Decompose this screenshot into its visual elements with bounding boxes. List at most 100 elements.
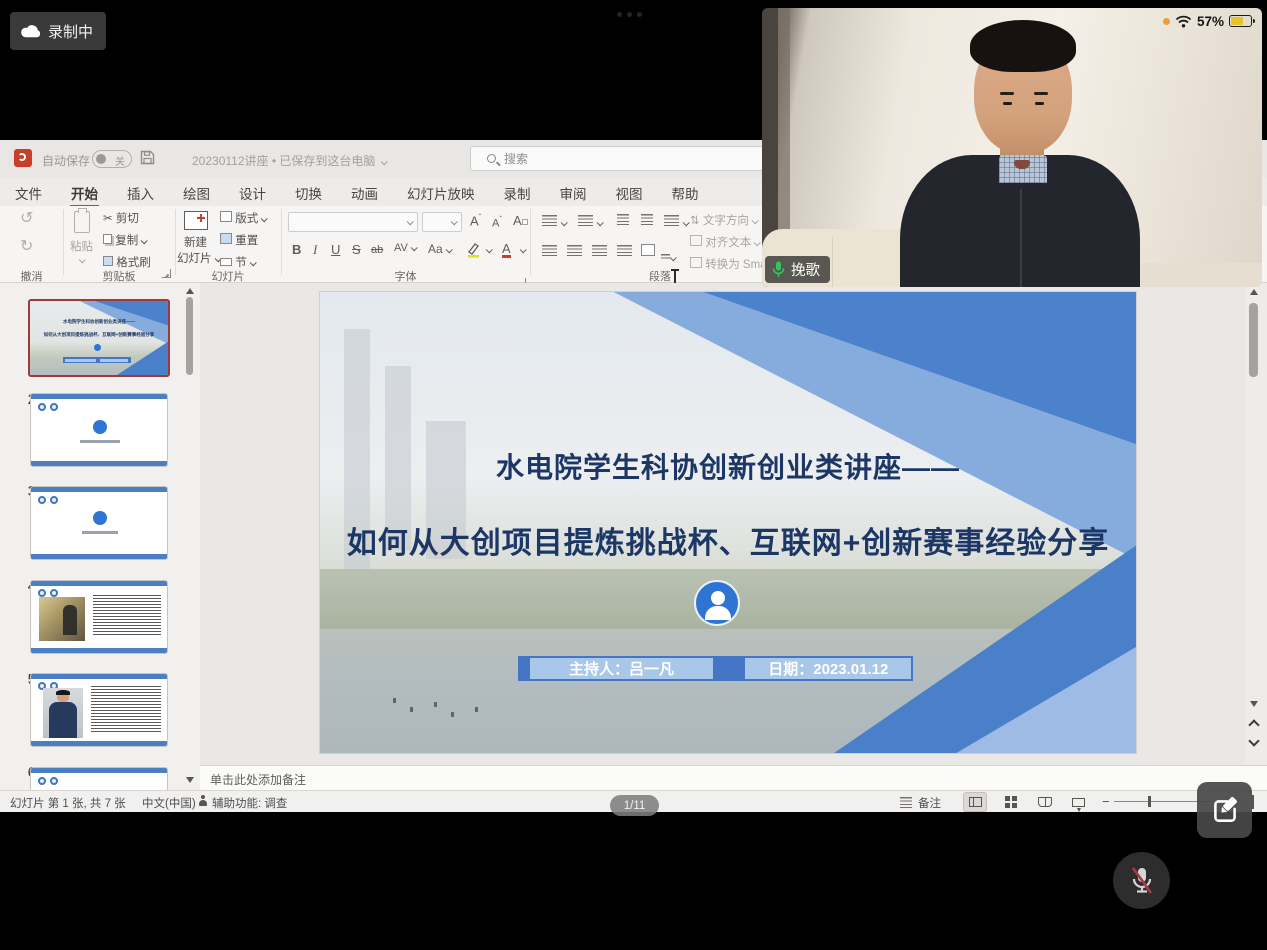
cut-button[interactable]: ✂ 剪切 xyxy=(103,210,139,226)
font-color-chevron-icon[interactable] xyxy=(520,246,527,253)
slide-thumbnail-5[interactable] xyxy=(30,673,168,747)
reading-view-icon xyxy=(1038,797,1052,807)
thumb-scroll-up-icon[interactable] xyxy=(186,288,194,294)
decrease-indent-button[interactable] xyxy=(617,214,629,225)
align-right-button[interactable] xyxy=(592,245,607,256)
paste-button[interactable] xyxy=(74,211,90,233)
change-case-button[interactable]: Aa xyxy=(428,242,451,256)
font-color-button[interactable]: A xyxy=(502,242,511,258)
chevron-down-icon xyxy=(381,158,388,165)
tab-help[interactable]: 帮助 xyxy=(671,180,700,208)
strikethrough-button[interactable]: S xyxy=(352,242,361,257)
cloud-icon xyxy=(20,24,41,38)
strikethrough-ab-button[interactable]: ab xyxy=(371,244,383,256)
scroll-down-icon[interactable] xyxy=(1250,701,1258,707)
align-left-button[interactable] xyxy=(542,245,557,256)
tab-home[interactable]: 开始 xyxy=(70,180,99,208)
powerpoint-logo-icon[interactable] xyxy=(14,149,32,167)
phone-status-bar: 57% xyxy=(1163,12,1252,30)
previous-slide-button[interactable] xyxy=(1248,719,1259,730)
tab-file[interactable]: 文件 xyxy=(14,180,43,208)
slide-scrollbar[interactable] xyxy=(1246,283,1263,765)
tab-review[interactable]: 审阅 xyxy=(559,180,588,208)
zoom-slider-thumb[interactable] xyxy=(1148,796,1151,807)
notes-pane[interactable]: 单击此处添加备注 xyxy=(200,765,1267,790)
slide-sorter-view-button[interactable] xyxy=(1000,793,1022,811)
mic-muted-icon xyxy=(1127,865,1157,897)
slide-canvas[interactable]: 水电院学生科协创新创业类讲座—— 如何从大创项目提炼挑战杯、互联网+创新赛事经验… xyxy=(320,292,1136,753)
redo-button[interactable]: ↻ xyxy=(20,236,33,256)
autosave-toggle[interactable]: 关 xyxy=(92,150,132,168)
normal-view-button[interactable] xyxy=(964,793,986,811)
language-indicator[interactable]: 中文(中国) xyxy=(142,795,196,811)
search-input[interactable] xyxy=(504,152,724,166)
justify-button[interactable] xyxy=(617,245,632,256)
slide-thumbnail-6[interactable] xyxy=(30,767,168,790)
tab-record[interactable]: 录制 xyxy=(503,180,532,208)
add-remove-columns-button[interactable] xyxy=(661,248,675,266)
underline-button[interactable]: U xyxy=(331,242,340,257)
increase-indent-button[interactable] xyxy=(641,214,653,225)
fit-to-window-button[interactable] xyxy=(1252,795,1254,809)
tab-insert[interactable]: 插入 xyxy=(126,180,155,208)
reading-view-button[interactable] xyxy=(1034,793,1056,811)
document-title[interactable]: 20230112讲座 • 已保存到这台电脑 xyxy=(192,152,386,169)
grow-font-button[interactable]: Aˆ xyxy=(470,213,481,228)
align-center-button[interactable] xyxy=(567,245,582,256)
italic-button[interactable]: I xyxy=(313,242,317,258)
reset-button[interactable]: 重置 xyxy=(220,232,258,248)
slide-title-line1[interactable]: 水电院学生科协创新创业类讲座—— xyxy=(320,446,1136,486)
numbering-button[interactable] xyxy=(578,213,602,231)
tab-draw[interactable]: 绘图 xyxy=(182,180,211,208)
font-size-dropdown[interactable] xyxy=(422,212,462,232)
slideshow-view-button[interactable] xyxy=(1067,793,1089,811)
layout-button[interactable]: 版式 xyxy=(220,210,266,226)
zoom-out-button[interactable]: − xyxy=(1102,794,1110,809)
date-box[interactable]: 日期：2023.01.12 xyxy=(745,658,911,679)
notes-toggle-button[interactable]: 备注 xyxy=(918,795,941,811)
search-box[interactable] xyxy=(470,146,770,171)
slide-thumbnail-1[interactable]: 水电院学生科协创新创业类讲座—— 如何从大创项目提炼挑战杯、互联网+创新赛事经验… xyxy=(28,299,170,377)
mute-microphone-button[interactable] xyxy=(1113,852,1170,909)
slide-thumbnail-4[interactable] xyxy=(30,580,168,654)
highlight-chevron-icon[interactable] xyxy=(486,246,493,253)
new-slide-button[interactable] xyxy=(184,211,208,230)
thumb-scroll-thumb[interactable] xyxy=(186,297,193,375)
tab-animations[interactable]: 动画 xyxy=(350,180,379,208)
recording-badge: 录制中 xyxy=(10,12,106,50)
slide-thumbnail-2[interactable] xyxy=(30,393,168,467)
thumbnail-scrollbar[interactable] xyxy=(183,283,197,790)
scroll-up-icon[interactable] xyxy=(1250,289,1258,295)
scroll-thumb[interactable] xyxy=(1249,303,1258,377)
clipboard-dialog-launcher[interactable] xyxy=(162,269,171,278)
slide-thumbnail-3[interactable] xyxy=(30,486,168,560)
character-spacing-button[interactable]: AV xyxy=(394,242,416,254)
annotate-button[interactable] xyxy=(1197,782,1252,838)
host-box[interactable]: 主持人：吕一凡 xyxy=(530,658,713,679)
tab-slideshow[interactable]: 幻灯片放映 xyxy=(406,180,476,208)
text-direction-button[interactable]: ⇅ 文字方向 xyxy=(690,212,757,228)
align-text-button[interactable]: 对齐文本 xyxy=(690,234,759,250)
undo-button[interactable]: ↺ xyxy=(20,208,33,228)
tab-view[interactable]: 视图 xyxy=(615,180,644,208)
thumb-scroll-down-icon[interactable] xyxy=(186,777,194,783)
next-slide-button[interactable] xyxy=(1248,735,1259,746)
clear-formatting-button[interactable]: A xyxy=(513,213,528,228)
line-spacing-button[interactable] xyxy=(664,213,688,231)
bullets-button[interactable] xyxy=(542,213,566,231)
battery-percent: 57% xyxy=(1197,14,1224,29)
tab-transitions[interactable]: 切换 xyxy=(294,180,323,208)
copy-button[interactable]: 复制 xyxy=(103,232,146,248)
meeting-handle-dots-icon[interactable] xyxy=(617,12,647,18)
save-icon[interactable] xyxy=(140,150,155,165)
slide-title-line2[interactable]: 如何从大创项目提炼挑战杯、互联网+创新赛事经验分享 xyxy=(320,518,1136,562)
webcam-video[interactable]: 57% 挽歌 xyxy=(762,8,1262,287)
bold-button[interactable]: B xyxy=(292,242,301,257)
font-name-dropdown[interactable] xyxy=(288,212,418,232)
columns-button[interactable] xyxy=(641,244,655,256)
accessibility-status[interactable]: 辅助功能: 调查 xyxy=(212,795,287,811)
tab-design[interactable]: 设计 xyxy=(238,180,267,208)
shrink-font-button[interactable]: Aˇ xyxy=(492,215,502,230)
autosave-label: 自动保存 xyxy=(42,152,90,169)
highlight-color-icon[interactable] xyxy=(466,242,482,258)
